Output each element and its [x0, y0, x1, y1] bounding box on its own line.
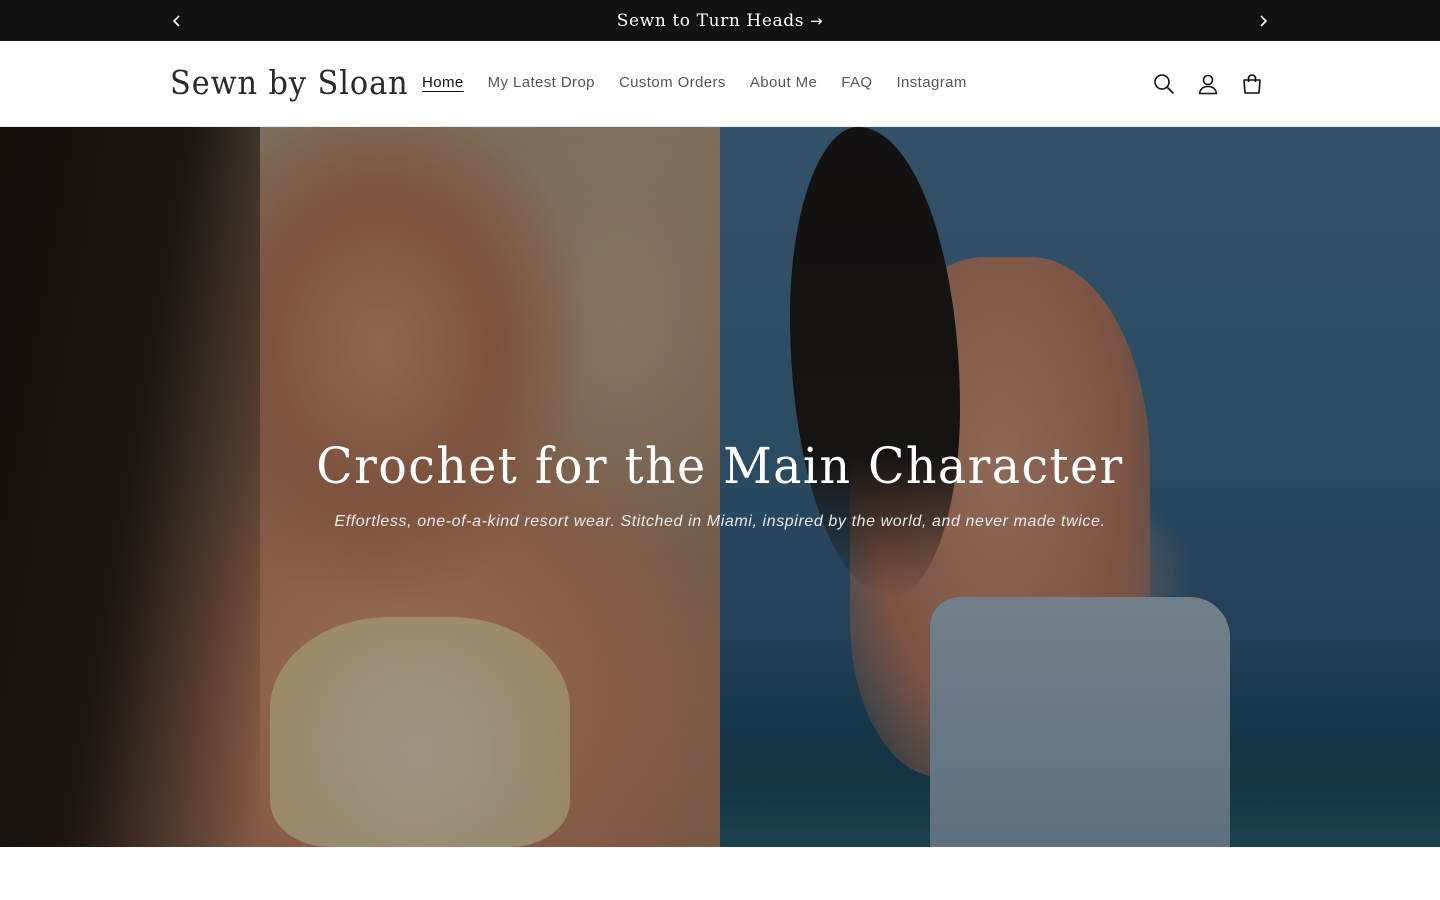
- arrow-right-icon: →: [810, 11, 824, 30]
- nav-item-my-latest-drop[interactable]: My Latest Drop: [476, 70, 607, 95]
- hero-banner: Crochet for the Main Character Effortles…: [0, 127, 1440, 847]
- announcement-bar: Sewn to Turn Heads →: [0, 0, 1440, 41]
- search-button[interactable]: [1142, 62, 1186, 106]
- hero-subtitle: Effortless, one-of-a-kind resort wear. S…: [334, 513, 1106, 530]
- nav-item-faq[interactable]: FAQ: [829, 70, 884, 95]
- site-logo[interactable]: Sewn by Sloan: [170, 63, 409, 102]
- chevron-right-icon: [1260, 14, 1268, 27]
- header-icons: [1142, 62, 1274, 106]
- nav-item-custom-orders[interactable]: Custom Orders: [607, 70, 738, 95]
- cart-icon: [1243, 74, 1261, 94]
- announcement-prev-button[interactable]: [157, 0, 197, 41]
- account-icon: [1198, 74, 1218, 95]
- site-header: Sewn by Sloan Home My Latest Drop Custom…: [0, 41, 1440, 127]
- account-button[interactable]: [1186, 62, 1230, 106]
- search-icon: [1154, 74, 1174, 94]
- cart-button[interactable]: [1230, 62, 1274, 106]
- nav-item-instagram[interactable]: Instagram: [884, 70, 978, 95]
- announcement-text: Sewn to Turn Heads: [616, 10, 805, 31]
- nav-item-about-me[interactable]: About Me: [738, 70, 829, 95]
- nav-item-home[interactable]: Home: [410, 70, 476, 95]
- hero-title: Crochet for the Main Character: [316, 437, 1124, 495]
- announcement-link[interactable]: Sewn to Turn Heads →: [617, 11, 823, 31]
- announcement-next-button[interactable]: [1243, 0, 1283, 41]
- main-nav: Home My Latest Drop Custom Orders About …: [410, 70, 979, 95]
- chevron-left-icon: [172, 14, 180, 27]
